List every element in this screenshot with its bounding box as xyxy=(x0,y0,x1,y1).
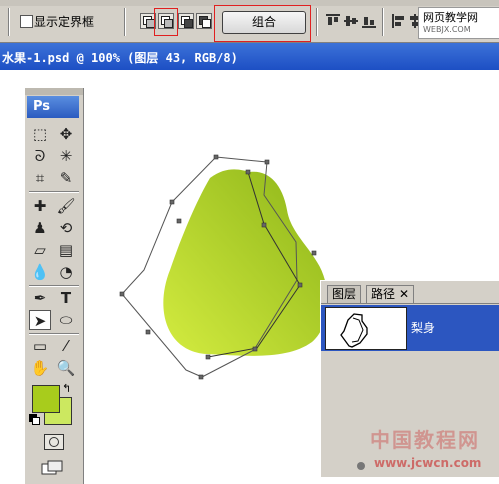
swap-colors-icon[interactable]: ↰ xyxy=(62,382,71,395)
intersect-shape-areas-button[interactable] xyxy=(178,13,194,29)
path-list-item[interactable]: 梨身 xyxy=(321,305,499,351)
slice-tool-icon[interactable]: ✎ xyxy=(55,168,77,188)
watermark-url: www.jcwcn.com xyxy=(374,456,482,470)
tab-paths[interactable]: 路径 ✕ xyxy=(366,285,415,303)
clone-stamp-tool-icon[interactable]: ♟ xyxy=(29,218,51,238)
combine-button[interactable]: 组合 xyxy=(222,11,306,34)
healing-brush-tool-icon[interactable]: ✚ xyxy=(29,196,51,216)
ellipse-tool-icon[interactable]: ⬭ xyxy=(55,310,77,330)
show-bounding-box-checkbox[interactable] xyxy=(20,15,33,28)
align-top-edges-icon[interactable] xyxy=(326,14,340,28)
path-thumbnail-icon xyxy=(340,313,368,348)
marquee-tool-icon[interactable]: ⬚ xyxy=(29,124,51,144)
tool-divider xyxy=(29,285,79,287)
watermark-logo: 中国教程网 www.jcwcn.com xyxy=(368,424,498,474)
anchor-point[interactable] xyxy=(145,329,151,335)
divider xyxy=(382,8,384,36)
align-vertical-centers-icon[interactable] xyxy=(344,14,358,28)
lasso-tool-icon[interactable]: ᘐ xyxy=(29,146,51,166)
anchor-point[interactable] xyxy=(198,374,204,380)
photoshop-logo[interactable]: Ps xyxy=(27,96,79,118)
screen-mode-icon[interactable] xyxy=(41,460,65,476)
panel-grip[interactable] xyxy=(25,88,83,95)
gradient-tool-icon[interactable]: ▤ xyxy=(55,240,77,260)
document-title-bar[interactable]: 水果-1.psd @ 100% (图层 43, RGB/8) xyxy=(0,43,499,70)
divider xyxy=(316,8,318,36)
close-icon[interactable]: ✕ xyxy=(399,287,409,301)
tools-panel: Ps ⬚ ✥ ᘐ ✳ ⌗ ✎ ✚ 🖌 ♟ ⟲ ▱ ▤ 💧 ◔ ✒ T ➤ ⬭ ▭… xyxy=(24,88,84,484)
magic-wand-tool-icon[interactable]: ✳ xyxy=(55,146,77,166)
divider xyxy=(8,8,10,36)
pear-shape[interactable] xyxy=(163,169,328,356)
anchor-point[interactable] xyxy=(297,282,303,288)
anchor-point[interactable] xyxy=(205,354,211,360)
anchor-point[interactable] xyxy=(252,346,258,352)
watermark-text: 中国教程网 xyxy=(370,428,480,452)
default-colors-icon[interactable] xyxy=(29,414,40,425)
zoom-tool-icon[interactable]: 🔍 xyxy=(55,358,77,378)
eraser-tool-icon[interactable]: ▱ xyxy=(29,240,51,260)
notes-tool-icon[interactable]: ▭ xyxy=(29,336,51,356)
path-thumbnail xyxy=(325,307,407,350)
align-left-edges-icon[interactable] xyxy=(392,14,406,28)
options-bar: 显示定界框 组合 网页教学网 WEBJX.COM xyxy=(0,0,499,43)
quick-mask-icon[interactable] xyxy=(44,434,64,450)
tab-layers[interactable]: 图层 xyxy=(327,285,362,303)
selected-mode-highlight xyxy=(154,8,178,36)
crop-tool-icon[interactable]: ⌗ xyxy=(29,168,51,188)
divider xyxy=(124,8,126,36)
blur-tool-icon[interactable]: 💧 xyxy=(29,262,51,282)
site-watermark: 网页教学网 WEBJX.COM xyxy=(418,7,499,39)
watermark-site-text: 网页教学网 xyxy=(423,11,478,24)
document-title: 水果-1.psd @ 100% (图层 43, RGB/8) xyxy=(2,51,238,65)
watermark-url-text: WEBJX.COM xyxy=(423,25,471,34)
anchor-point[interactable] xyxy=(264,159,270,165)
anchor-point[interactable] xyxy=(261,222,267,228)
tab-paths-label: 路径 xyxy=(371,287,396,301)
anchor-point[interactable] xyxy=(245,169,251,175)
history-brush-tool-icon[interactable]: ⟲ xyxy=(55,218,77,238)
move-tool-icon[interactable]: ✥ xyxy=(55,124,77,144)
align-bottom-edges-icon[interactable] xyxy=(362,14,376,28)
panel-tabs: 图层 路径 ✕ xyxy=(321,283,499,304)
foreground-color-swatch[interactable] xyxy=(32,385,60,413)
type-tool-icon[interactable]: T xyxy=(55,288,77,308)
path-name: 梨身 xyxy=(411,321,436,335)
tool-divider xyxy=(29,333,79,335)
dodge-tool-icon[interactable]: ◔ xyxy=(55,262,77,282)
fill-path-icon[interactable] xyxy=(357,462,365,470)
anchor-point[interactable] xyxy=(213,154,219,160)
eyedropper-tool-icon[interactable]: ⁄ xyxy=(55,336,77,356)
exclude-overlapping-areas-button[interactable] xyxy=(196,13,212,29)
tool-divider xyxy=(29,191,79,193)
path-selection-tool-icon[interactable]: ➤ xyxy=(29,310,51,330)
pen-tool-icon[interactable]: ✒ xyxy=(29,288,51,308)
anchor-point[interactable] xyxy=(169,199,175,205)
anchor-point[interactable] xyxy=(119,291,125,297)
show-bounding-box-label: 显示定界框 xyxy=(34,15,95,29)
anchor-point[interactable] xyxy=(176,218,182,224)
anchor-point[interactable] xyxy=(311,250,317,256)
brush-tool-icon[interactable]: 🖌 xyxy=(55,196,77,216)
hand-tool-icon[interactable]: ✋ xyxy=(29,358,51,378)
